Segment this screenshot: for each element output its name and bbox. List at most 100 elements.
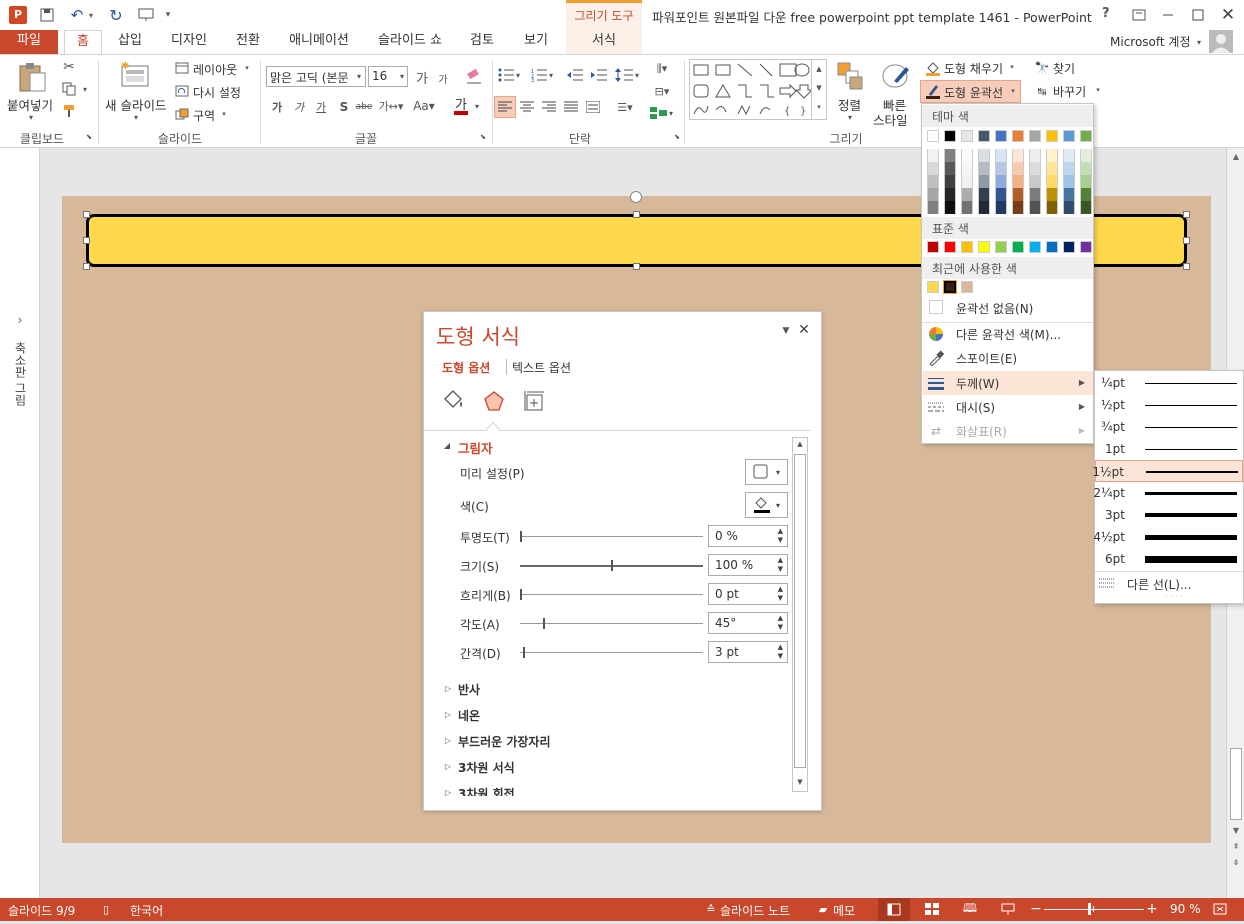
tab-slideshow[interactable]: 슬라이드 쇼: [368, 30, 452, 54]
tab-view[interactable]: 보기: [514, 30, 558, 54]
resize-handle[interactable]: [633, 263, 640, 270]
theme-color-shade[interactable]: [944, 201, 956, 214]
zoom-out-icon[interactable]: −: [1030, 901, 1042, 917]
theme-color-shade[interactable]: [1029, 201, 1041, 214]
tab-design[interactable]: 디자인: [160, 30, 218, 54]
normal-view-button[interactable]: [878, 898, 910, 921]
recent-color-swatch[interactable]: [927, 281, 939, 293]
theme-color-shade[interactable]: [978, 149, 990, 162]
more-outline-colors-item[interactable]: 다른 윤곽선 색(M)...: [922, 322, 1093, 346]
thumbnail-pane-label[interactable]: 축소판 그림: [12, 342, 29, 406]
weight-item[interactable]: 두께(W): [922, 371, 1093, 395]
weight-option[interactable]: 1pt: [1095, 438, 1243, 460]
more-lines-item[interactable]: 다른 선(L)...: [1127, 576, 1191, 593]
section-shadow-title[interactable]: 그림자: [458, 438, 493, 457]
blur-input[interactable]: 0 pt ▲ ▼: [708, 583, 788, 605]
theme-color-shade[interactable]: [961, 201, 973, 214]
theme-color-shade[interactable]: [995, 188, 1007, 201]
font-color-icon[interactable]: 가: [452, 96, 470, 116]
angle-input[interactable]: 45° ▲ ▼: [708, 612, 788, 634]
theme-color-shade[interactable]: [978, 162, 990, 175]
shadow-color-dropdown[interactable]: ▾: [745, 492, 788, 518]
quick-styles-icon[interactable]: [879, 60, 913, 92]
copy-icon[interactable]: [60, 80, 78, 98]
replace-icon[interactable]: ↹: [1033, 83, 1051, 99]
resize-handle[interactable]: [1183, 263, 1190, 270]
theme-color-shade[interactable]: [1012, 175, 1024, 188]
theme-color-shade[interactable]: [1063, 201, 1075, 214]
expand-pane-icon[interactable]: ›: [12, 312, 28, 328]
undo-dropdown-icon[interactable]: ▾: [86, 8, 96, 22]
zoom-slider[interactable]: [1044, 903, 1144, 915]
theme-color-shade[interactable]: [995, 201, 1007, 214]
tab-transitions[interactable]: 전환: [226, 30, 270, 54]
theme-color-shade[interactable]: [961, 175, 973, 188]
shapes-gallery[interactable]: {}: [689, 59, 827, 120]
weight-option[interactable]: 2¼pt: [1093, 482, 1243, 504]
replace-dropdown-icon[interactable]: ▾: [1094, 85, 1102, 95]
slider-thumb[interactable]: [611, 560, 613, 571]
align-right-icon[interactable]: [541, 99, 557, 115]
scroll-down-icon[interactable]: ▼: [1230, 826, 1242, 838]
spin-arrows-icon[interactable]: ▲ ▼: [778, 556, 783, 574]
ribbon-display-options-icon[interactable]: [1131, 7, 1147, 23]
resize-handle[interactable]: [83, 211, 90, 218]
collapse-shadow-icon[interactable]: ◢: [442, 439, 452, 451]
weight-option[interactable]: ¾pt: [1095, 416, 1243, 438]
start-from-beginning-icon[interactable]: [136, 6, 156, 24]
section-dropdown-icon[interactable]: ▾: [220, 109, 228, 119]
theme-color-shade[interactable]: [927, 149, 939, 162]
customize-toolbar-icon[interactable]: ▾: [162, 6, 174, 24]
bullets-icon[interactable]: ▾: [497, 66, 523, 84]
angle-slider[interactable]: [520, 618, 703, 629]
expand-3d-format-icon[interactable]: ▷: [444, 760, 452, 772]
font-size-dropdown-icon[interactable]: ▾: [397, 70, 407, 82]
theme-color-swatch[interactable]: [944, 130, 956, 142]
preset-dropdown[interactable]: ▾: [745, 459, 788, 485]
pane-scroll-down-icon[interactable]: ▼: [795, 778, 805, 788]
theme-color-shade[interactable]: [1063, 188, 1075, 201]
resize-handle[interactable]: [633, 211, 640, 218]
decrease-indent-icon[interactable]: [566, 67, 584, 83]
theme-color-shade[interactable]: [1012, 149, 1024, 162]
standard-color-swatch[interactable]: [961, 241, 973, 253]
columns-icon[interactable]: ☰▾: [612, 99, 638, 115]
theme-color-shade[interactable]: [961, 162, 973, 175]
group-launcher-paragraph-icon[interactable]: ⬊: [672, 132, 682, 142]
slider-thumb[interactable]: [520, 589, 522, 600]
resize-handle[interactable]: [83, 237, 90, 244]
theme-color-shade[interactable]: [978, 188, 990, 201]
theme-color-shade[interactable]: [1029, 149, 1041, 162]
layout-dropdown-icon[interactable]: ▾: [243, 63, 251, 73]
pane-scroll-up-icon[interactable]: ▲: [795, 440, 805, 450]
replace-button[interactable]: 바꾸기: [1053, 83, 1086, 100]
format-painter-icon[interactable]: [60, 102, 78, 120]
new-slide-icon[interactable]: ✱: [118, 59, 152, 91]
theme-color-shade[interactable]: [1080, 175, 1092, 188]
theme-color-shade[interactable]: [1046, 175, 1058, 188]
standard-color-swatch[interactable]: [1046, 241, 1058, 253]
theme-color-swatch[interactable]: [1063, 130, 1075, 142]
standard-color-swatch[interactable]: [1080, 241, 1092, 253]
shape-outline-dropdown-icon[interactable]: ▾: [1009, 86, 1017, 96]
recent-color-swatch[interactable]: [961, 281, 973, 293]
theme-color-shade[interactable]: [978, 175, 990, 188]
pane-close-icon[interactable]: ✕: [796, 322, 812, 338]
theme-color-swatch[interactable]: [1080, 130, 1092, 142]
theme-color-shade[interactable]: [1046, 162, 1058, 175]
section-glow[interactable]: 네온: [458, 707, 480, 724]
theme-color-shade[interactable]: [1080, 162, 1092, 175]
expand-glow-icon[interactable]: ▷: [444, 708, 452, 720]
spin-arrows-icon[interactable]: ▲ ▼: [778, 614, 783, 632]
quick-styles-label-2[interactable]: 스타일: [873, 110, 908, 129]
weight-option[interactable]: 1½pt: [1092, 460, 1243, 482]
redo-icon[interactable]: ↻: [106, 5, 126, 25]
standard-color-swatch[interactable]: [995, 241, 1007, 253]
fit-to-window-icon[interactable]: [1212, 902, 1228, 916]
theme-color-shade[interactable]: [961, 188, 973, 201]
theme-color-shade[interactable]: [995, 175, 1007, 188]
decrease-font-size-icon[interactable]: 가: [436, 70, 450, 86]
increase-indent-icon[interactable]: [590, 67, 608, 83]
distributed-icon[interactable]: [585, 99, 601, 115]
clear-formatting-icon[interactable]: [464, 67, 484, 87]
